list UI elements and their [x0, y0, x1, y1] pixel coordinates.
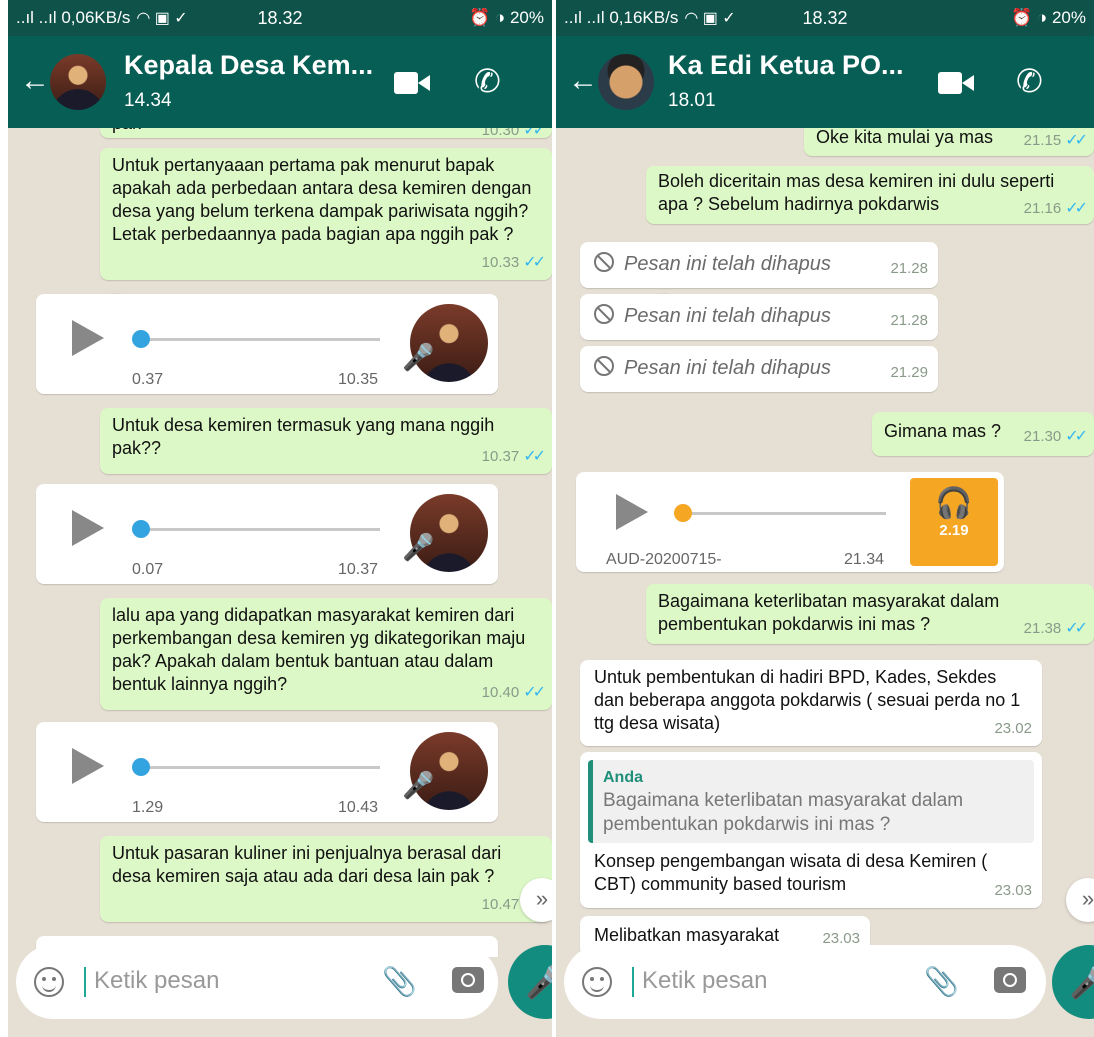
quote-author: Anda: [603, 769, 643, 786]
voice-duration: 0.37: [132, 371, 164, 388]
back-arrow-icon[interactable]: ←: [20, 64, 50, 98]
play-icon[interactable]: [72, 320, 104, 356]
headphones-icon: 🎧: [935, 487, 973, 520]
last-seen: 18.01: [668, 90, 716, 111]
read-ticks-icon: ✓✓: [1065, 200, 1088, 217]
voice-duration: 0.07: [132, 561, 164, 578]
message-time: 21.34: [844, 551, 885, 568]
deleted-icon: [594, 304, 614, 324]
status-bar: ..ıl ..ıl 0,06KB/s ◠ ▣ ✓ 18.32 ⏰ ◑ 20%: [8, 0, 552, 36]
voice-progress-track[interactable]: [138, 338, 380, 341]
message-bubble-out[interactable]: Bagaimana keterlibatan masyarakat dalam …: [646, 584, 1094, 644]
deleted-message[interactable]: Pesan ini telah dihapus 21.28: [580, 294, 938, 340]
clock: 18.32: [257, 7, 303, 28]
quote-text: Bagaimana keterlibatan masyarakat dalam …: [603, 790, 964, 835]
chat-screen-right: ..ıl ..ıl 0,16KB/s ◠ ▣ ✓ 18.32 ⏰ ◑ 20% ←…: [556, 0, 1094, 1037]
message-bubble-out[interactable]: Gimana mas ? 21.30 ✓✓: [872, 412, 1094, 456]
voice-progress-handle[interactable]: [132, 758, 150, 776]
network-status: ..ıl ..ıl 0,16KB/s: [564, 8, 679, 27]
message-bubble-out[interactable]: lalu apa yang didapatkan masyarakat kemi…: [100, 598, 552, 710]
message-list: Oke kita mulai ya mas 21.15 ✓✓ Boleh dice…: [556, 128, 1094, 957]
phone-call-icon[interactable]: ✆: [1016, 62, 1043, 100]
message-input-placeholder[interactable]: Ketik pesan: [642, 967, 767, 995]
contact-name[interactable]: Ka Edi Ketua PO...: [668, 50, 904, 81]
clock: 18.32: [802, 7, 848, 28]
attach-icon[interactable]: 📎: [382, 965, 417, 998]
read-ticks-icon: ✓✓: [1065, 620, 1088, 637]
voice-progress-track[interactable]: [138, 528, 380, 531]
voice-message-bubble[interactable]: 0.37 10.35 🎤: [36, 294, 498, 394]
status-icons: ◠ ▣ ✓: [684, 10, 736, 27]
microphone-icon: 🎤: [402, 532, 435, 562]
quoted-message[interactable]: Anda Bagaimana keterlibatan masyarakat d…: [588, 760, 1034, 843]
play-icon[interactable]: [72, 748, 104, 784]
message-input-placeholder[interactable]: Ketik pesan: [94, 967, 219, 995]
camera-icon[interactable]: [994, 967, 1026, 993]
audio-thumbnail: 🎧 2.19: [910, 478, 998, 566]
back-arrow-icon[interactable]: ←: [568, 64, 598, 98]
read-ticks-icon: ✓✓: [523, 448, 546, 465]
message-bubble-out[interactable]: Untuk pasaran kuliner ini penjualnya ber…: [100, 836, 552, 922]
contact-name[interactable]: Kepala Desa Kem...: [124, 50, 373, 81]
message-time: 10.43: [338, 799, 379, 816]
chat-screen-left: ..ıl ..ıl 0,06KB/s ◠ ▣ ✓ 18.32 ⏰ ◑ 20% ←…: [8, 0, 552, 1037]
reply-message-bubble[interactable]: Anda Bagaimana keterlibatan masyarakat d…: [580, 752, 1042, 908]
voice-progress-handle[interactable]: [132, 520, 150, 538]
message-time: 10.35: [338, 371, 379, 388]
message-input-bar[interactable]: Ketik pesan 📎: [16, 945, 498, 1019]
text-cursor: [84, 967, 86, 997]
message-input-bar[interactable]: Ketik pesan 📎: [564, 945, 1046, 1019]
audio-progress-handle[interactable]: [674, 504, 692, 522]
camera-icon[interactable]: [452, 967, 484, 993]
network-status: ..ıl ..ıl 0,06KB/s: [16, 8, 131, 27]
message-bubble-out[interactable]: Untuk desa kemiren termasuk yang mana ng…: [100, 408, 552, 474]
contact-avatar[interactable]: [50, 54, 106, 110]
video-call-icon[interactable]: [938, 72, 974, 94]
read-ticks-icon: ✓✓: [523, 128, 546, 139]
voice-duration: 1.29: [132, 799, 164, 816]
text-cursor: [632, 967, 634, 997]
audio-duration: 2.19: [939, 522, 969, 539]
voice-message-bubble[interactable]: 0.07 10.37 🎤: [36, 484, 498, 584]
message-bubble-out[interactable]: Oke kita mulai ya mas 21.15 ✓✓: [804, 128, 1094, 156]
status-icons: ◠ ▣ ✓: [136, 10, 188, 27]
message-bubble-out[interactable]: Boleh diceritain mas desa kemiren ini du…: [646, 166, 1094, 224]
attach-icon[interactable]: 📎: [924, 965, 959, 998]
chat-header: ← Kepala Desa Kem... 14.34 ✆: [8, 36, 552, 128]
status-bar: ..ıl ..ıl 0,16KB/s ◠ ▣ ✓ 18.32 ⏰ ◑ 20%: [556, 0, 1094, 36]
audio-filename: AUD-20200715-: [606, 551, 722, 568]
read-ticks-icon: ✓✓: [523, 254, 546, 271]
read-ticks-icon: ✓✓: [1065, 132, 1088, 149]
voice-message-bubble[interactable]: 1.29 10.43 🎤: [36, 722, 498, 822]
voice-progress-handle[interactable]: [132, 330, 150, 348]
message-bubble-out[interactable]: pak 10.30✓✓: [100, 128, 552, 139]
play-icon[interactable]: [616, 494, 648, 530]
battery-status: ⏰ ◑ 20%: [469, 8, 544, 27]
deleted-icon: [594, 356, 614, 376]
message-bubble-out[interactable]: Untuk pertanyaaan pertama pak menurut ba…: [100, 148, 552, 280]
deleted-icon: [594, 252, 614, 272]
emoji-icon[interactable]: [582, 967, 612, 997]
audio-file-bubble[interactable]: AUD-20200715- 21.34 🎧 2.19: [576, 472, 1004, 572]
microphone-icon: 🎤: [402, 770, 435, 800]
video-call-icon[interactable]: [394, 72, 430, 94]
emoji-icon[interactable]: [34, 967, 64, 997]
voice-progress-track[interactable]: [138, 766, 380, 769]
battery-status: ⏰ ◑ 20%: [1011, 8, 1086, 27]
message-list: pak 10.30✓✓ Untuk pertanyaaan pertama pa…: [8, 128, 552, 957]
phone-call-icon[interactable]: ✆: [474, 62, 501, 100]
read-ticks-icon: ✓✓: [1065, 428, 1088, 445]
audio-progress-track[interactable]: [680, 512, 886, 515]
microphone-icon: 🎤: [402, 342, 435, 372]
scroll-down-button[interactable]: »: [1066, 878, 1094, 922]
chat-header: ← Ka Edi Ketua PO... 18.01 ✆: [556, 36, 1094, 128]
message-bubble-in[interactable]: Untuk pembentukan di hadiri BPD, Kades, …: [580, 660, 1042, 746]
message-time: 10.37: [338, 561, 379, 578]
deleted-message[interactable]: Pesan ini telah dihapus 21.29: [580, 346, 938, 392]
deleted-message[interactable]: Pesan ini telah dihapus 21.28: [580, 242, 938, 288]
last-seen: 14.34: [124, 90, 172, 111]
read-ticks-icon: ✓✓: [523, 684, 546, 701]
play-icon[interactable]: [72, 510, 104, 546]
contact-avatar[interactable]: [598, 54, 654, 110]
